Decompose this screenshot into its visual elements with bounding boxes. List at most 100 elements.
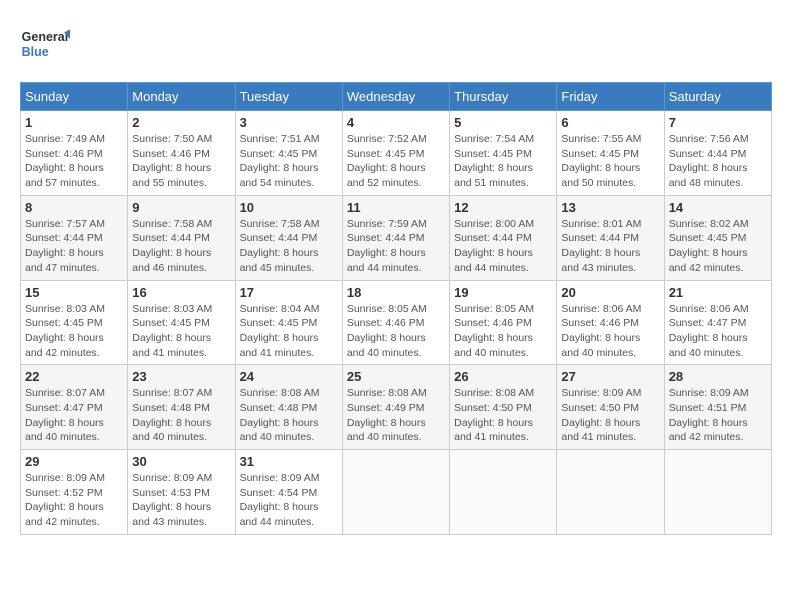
day-info: Sunrise: 8:09 AMSunset: 4:51 PMDaylight:…	[669, 386, 767, 445]
day-number: 24	[240, 369, 338, 384]
calendar-cell: 5 Sunrise: 7:54 AMSunset: 4:45 PMDaylight…	[450, 111, 557, 196]
day-number: 28	[669, 369, 767, 384]
day-info: Sunrise: 8:03 AMSunset: 4:45 PMDaylight:…	[132, 302, 230, 361]
calendar-cell: 12 Sunrise: 8:00 AMSunset: 4:44 PMDayligh…	[450, 195, 557, 280]
svg-text:Blue: Blue	[22, 45, 49, 59]
weekday-header-saturday: Saturday	[664, 83, 771, 111]
svg-text:General: General	[22, 30, 69, 44]
calendar-table: SundayMondayTuesdayWednesdayThursdayFrid…	[20, 82, 772, 535]
day-number: 9	[132, 200, 230, 215]
calendar-cell: 28 Sunrise: 8:09 AMSunset: 4:51 PMDayligh…	[664, 365, 771, 450]
day-info: Sunrise: 7:49 AMSunset: 4:46 PMDaylight:…	[25, 132, 123, 191]
day-number: 23	[132, 369, 230, 384]
calendar-cell	[557, 450, 664, 535]
day-info: Sunrise: 8:07 AMSunset: 4:47 PMDaylight:…	[25, 386, 123, 445]
calendar-cell: 30Sunrise: 8:09 AMSunset: 4:53 PMDayligh…	[128, 450, 235, 535]
day-info: Sunrise: 8:09 AMSunset: 4:54 PMDaylight:…	[240, 471, 338, 530]
day-number: 4	[347, 115, 445, 130]
day-info: Sunrise: 8:05 AMSunset: 4:46 PMDaylight:…	[347, 302, 445, 361]
weekday-header-monday: Monday	[128, 83, 235, 111]
day-info: Sunrise: 7:56 AMSunset: 4:44 PMDaylight:…	[669, 132, 767, 191]
day-info: Sunrise: 7:55 AMSunset: 4:45 PMDaylight:…	[561, 132, 659, 191]
weekday-header-sunday: Sunday	[21, 83, 128, 111]
calendar-week-row: 29 Sunrise: 8:09 AMSunset: 4:52 PMDayligh…	[21, 450, 772, 535]
calendar-cell: 26 Sunrise: 8:08 AMSunset: 4:50 PMDayligh…	[450, 365, 557, 450]
header: General Blue	[20, 20, 772, 70]
calendar-cell: 3 Sunrise: 7:51 AMSunset: 4:45 PMDaylight…	[235, 111, 342, 196]
calendar-cell: 21Sunrise: 8:06 AMSunset: 4:47 PMDayligh…	[664, 280, 771, 365]
calendar-cell: 7 Sunrise: 7:56 AMSunset: 4:44 PMDaylight…	[664, 111, 771, 196]
weekday-header-wednesday: Wednesday	[342, 83, 449, 111]
day-number: 5	[454, 115, 552, 130]
day-info: Sunrise: 8:04 AMSunset: 4:45 PMDaylight:…	[240, 302, 338, 361]
day-number: 1	[25, 115, 123, 130]
day-info: Sunrise: 8:09 AMSunset: 4:50 PMDaylight:…	[561, 386, 659, 445]
day-number: 2	[132, 115, 230, 130]
day-number: 29	[25, 454, 123, 469]
logo: General Blue	[20, 20, 70, 70]
calendar-cell: 15Sunrise: 8:03 AMSunset: 4:45 PMDayligh…	[21, 280, 128, 365]
calendar-cell: 4 Sunrise: 7:52 AMSunset: 4:45 PMDaylight…	[342, 111, 449, 196]
day-number: 7	[669, 115, 767, 130]
day-number: 10	[240, 200, 338, 215]
day-number: 19	[454, 285, 552, 300]
calendar-cell: 9 Sunrise: 7:58 AMSunset: 4:44 PMDaylight…	[128, 195, 235, 280]
calendar-week-row: 22 Sunrise: 8:07 AMSunset: 4:47 PMDayligh…	[21, 365, 772, 450]
day-number: 15	[25, 285, 123, 300]
day-info: Sunrise: 8:08 AMSunset: 4:50 PMDaylight:…	[454, 386, 552, 445]
day-info: Sunrise: 7:59 AMSunset: 4:44 PMDaylight:…	[347, 217, 445, 276]
day-info: Sunrise: 7:58 AMSunset: 4:44 PMDaylight:…	[240, 217, 338, 276]
weekday-header-friday: Friday	[557, 83, 664, 111]
day-info: Sunrise: 8:00 AMSunset: 4:44 PMDaylight:…	[454, 217, 552, 276]
day-number: 27	[561, 369, 659, 384]
day-number: 13	[561, 200, 659, 215]
day-info: Sunrise: 8:06 AMSunset: 4:46 PMDaylight:…	[561, 302, 659, 361]
calendar-cell: 22 Sunrise: 8:07 AMSunset: 4:47 PMDayligh…	[21, 365, 128, 450]
day-info: Sunrise: 8:01 AMSunset: 4:44 PMDaylight:…	[561, 217, 659, 276]
day-number: 11	[347, 200, 445, 215]
weekday-header-row: SundayMondayTuesdayWednesdayThursdayFrid…	[21, 83, 772, 111]
day-info: Sunrise: 7:52 AMSunset: 4:45 PMDaylight:…	[347, 132, 445, 191]
day-info: Sunrise: 8:08 AMSunset: 4:49 PMDaylight:…	[347, 386, 445, 445]
calendar-cell: 6 Sunrise: 7:55 AMSunset: 4:45 PMDaylight…	[557, 111, 664, 196]
day-number: 20	[561, 285, 659, 300]
calendar-cell: 24 Sunrise: 8:08 AMSunset: 4:48 PMDayligh…	[235, 365, 342, 450]
day-number: 3	[240, 115, 338, 130]
day-number: 30	[132, 454, 230, 469]
calendar-cell: 17Sunrise: 8:04 AMSunset: 4:45 PMDayligh…	[235, 280, 342, 365]
calendar-cell: 23Sunrise: 8:07 AMSunset: 4:48 PMDayligh…	[128, 365, 235, 450]
day-number: 8	[25, 200, 123, 215]
day-info: Sunrise: 7:54 AMSunset: 4:45 PMDaylight:…	[454, 132, 552, 191]
day-info: Sunrise: 8:08 AMSunset: 4:48 PMDaylight:…	[240, 386, 338, 445]
calendar-cell: 29 Sunrise: 8:09 AMSunset: 4:52 PMDayligh…	[21, 450, 128, 535]
calendar-cell: 25 Sunrise: 8:08 AMSunset: 4:49 PMDayligh…	[342, 365, 449, 450]
day-number: 31	[240, 454, 338, 469]
calendar-cell	[342, 450, 449, 535]
day-number: 26	[454, 369, 552, 384]
day-info: Sunrise: 8:09 AMSunset: 4:52 PMDaylight:…	[25, 471, 123, 530]
calendar-cell: 8Sunrise: 7:57 AMSunset: 4:44 PMDaylight…	[21, 195, 128, 280]
day-number: 12	[454, 200, 552, 215]
day-info: Sunrise: 8:06 AMSunset: 4:47 PMDaylight:…	[669, 302, 767, 361]
day-number: 18	[347, 285, 445, 300]
calendar-cell: 10 Sunrise: 7:58 AMSunset: 4:44 PMDayligh…	[235, 195, 342, 280]
day-number: 22	[25, 369, 123, 384]
calendar-week-row: 15 Sunrise: 8:03 AMSunset: 4:45 PMDayligh…	[21, 280, 772, 365]
calendar-cell: 11 Sunrise: 7:59 AMSunset: 4:44 PMDayligh…	[342, 195, 449, 280]
calendar-cell: 18 Sunrise: 8:05 AMSunset: 4:46 PMDayligh…	[342, 280, 449, 365]
day-number: 25	[347, 369, 445, 384]
weekday-header-tuesday: Tuesday	[235, 83, 342, 111]
calendar-cell: 16 Sunrise: 8:03 AMSunset: 4:45 PMDayligh…	[128, 280, 235, 365]
calendar-cell	[664, 450, 771, 535]
day-info: Sunrise: 7:58 AMSunset: 4:44 PMDaylight:…	[132, 217, 230, 276]
day-info: Sunrise: 8:02 AMSunset: 4:45 PMDaylight:…	[669, 217, 767, 276]
day-number: 16	[132, 285, 230, 300]
calendar-cell	[450, 450, 557, 535]
calendar-week-row: 8Sunrise: 7:57 AMSunset: 4:44 PMDaylight…	[21, 195, 772, 280]
day-info: Sunrise: 7:50 AMSunset: 4:46 PMDaylight:…	[132, 132, 230, 191]
calendar-cell: 1 Sunrise: 7:49 AMSunset: 4:46 PMDaylight…	[21, 111, 128, 196]
weekday-header-thursday: Thursday	[450, 83, 557, 111]
calendar-week-row: 1 Sunrise: 7:49 AMSunset: 4:46 PMDaylight…	[21, 111, 772, 196]
day-info: Sunrise: 7:51 AMSunset: 4:45 PMDaylight:…	[240, 132, 338, 191]
day-number: 6	[561, 115, 659, 130]
